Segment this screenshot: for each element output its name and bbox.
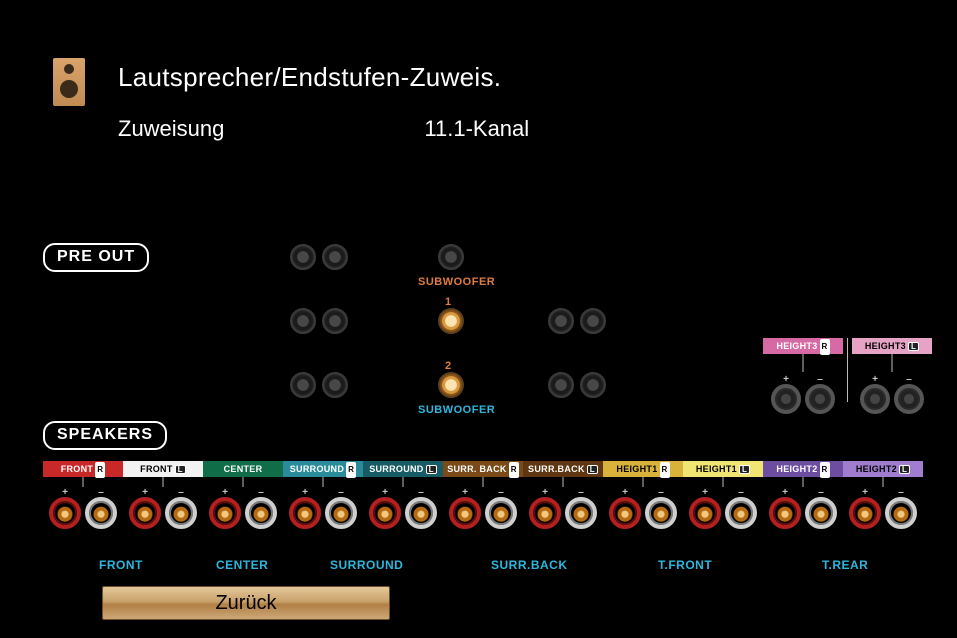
subwoofer-top-label: SUBWOOFER: [418, 276, 495, 288]
speaker-tag-2: CENTER: [203, 461, 283, 477]
speaker-tag-3: SURROUNDR: [283, 461, 363, 477]
speaker-3-pos: +: [289, 497, 321, 529]
height3-l-neg: –: [894, 384, 924, 414]
speaker-posts-7: +–: [609, 497, 677, 529]
sub2-number: 2: [445, 360, 451, 372]
assignment-value: 11.1-Kanal: [424, 116, 529, 142]
height3-l-pos: +: [860, 384, 890, 414]
speaker-posts-10: +–: [849, 497, 917, 529]
speaker-2-pos: +: [209, 497, 241, 529]
speaker-0-pos: +: [49, 497, 81, 529]
speaker-slot-3: SURROUNDR +–: [283, 461, 363, 529]
speaker-tag-10: HEIGHT2L: [843, 461, 923, 477]
speaker-posts-6: +–: [529, 497, 597, 529]
preout-area: SUBWOOFER 1 2 SUBWOOFER: [290, 244, 660, 424]
speaker-posts-0: +–: [49, 497, 117, 529]
speaker-7-pos: +: [609, 497, 641, 529]
speaker-slot-6: SURR.BACKL +–: [523, 461, 603, 529]
speaker-0-neg: –: [85, 497, 117, 529]
speaker-posts-3: +–: [289, 497, 357, 529]
caption-tfront: T.FRONT: [658, 558, 712, 572]
preout-pair-2: [290, 308, 348, 334]
preout-center-jack: [438, 244, 464, 270]
caption-surround: SURROUND: [330, 558, 403, 572]
speaker-8-neg: –: [725, 497, 757, 529]
height3-block: HEIGHT3R + – HEIGHT3L + –: [763, 338, 933, 414]
speaker-tag-1: FRONTL: [123, 461, 203, 477]
speaker-terminal-strip: FRONTR+–FRONTL+–CENTER+–SURROUNDR+–SURRO…: [43, 461, 923, 529]
assignment-label: Zuweisung: [118, 116, 224, 142]
speaker-tag-7: HEIGHT1R: [603, 461, 683, 477]
speaker-9-neg: –: [805, 497, 837, 529]
speaker-icon: [53, 58, 85, 106]
speaker-slot-7: HEIGHT1R +–: [603, 461, 683, 529]
preout-pair-3: [548, 308, 606, 334]
subwoofer-1-jack: [438, 308, 464, 334]
preout-section-label: PRE OUT: [43, 243, 149, 272]
speaker-10-neg: –: [885, 497, 917, 529]
speaker-posts-8: +–: [689, 497, 757, 529]
speaker-5-pos: +: [449, 497, 481, 529]
preout-pair-4: [290, 372, 348, 398]
tag-height3-l: HEIGHT3L: [852, 338, 932, 354]
speaker-4-neg: –: [405, 497, 437, 529]
speaker-10-pos: +: [849, 497, 881, 529]
speaker-slot-8: HEIGHT1L +–: [683, 461, 763, 529]
subwoofer-2-jack: [438, 372, 464, 398]
sub1-number: 1: [445, 296, 451, 308]
subwoofer-bottom-label: SUBWOOFER: [418, 404, 495, 416]
speaker-tag-8: HEIGHT1L: [683, 461, 763, 477]
speaker-slot-10: HEIGHT2L +–: [843, 461, 923, 529]
speaker-tag-4: SURROUNDL: [363, 461, 443, 477]
speaker-slot-2: CENTER +–: [203, 461, 283, 529]
tag-height3-r: HEIGHT3R: [763, 338, 843, 354]
speaker-1-neg: –: [165, 497, 197, 529]
speaker-slot-5: SURR. BACKR +–: [443, 461, 523, 529]
speaker-tag-0: FRONTR: [43, 461, 123, 477]
speaker-tag-9: HEIGHT2R: [763, 461, 843, 477]
speaker-2-neg: –: [245, 497, 277, 529]
speaker-slot-9: HEIGHT2R +–: [763, 461, 843, 529]
speaker-8-pos: +: [689, 497, 721, 529]
speaker-slot-1: FRONTL +–: [123, 461, 203, 529]
speaker-posts-1: +–: [129, 497, 197, 529]
caption-center: CENTER: [216, 558, 268, 572]
speaker-posts-2: +–: [209, 497, 277, 529]
speaker-6-neg: –: [565, 497, 597, 529]
caption-surrback: SURR.BACK: [491, 558, 568, 572]
speaker-6-pos: +: [529, 497, 561, 529]
speaker-9-pos: +: [769, 497, 801, 529]
caption-front: FRONT: [99, 558, 143, 572]
speaker-posts-5: +–: [449, 497, 517, 529]
speaker-posts-4: +–: [369, 497, 437, 529]
speaker-7-neg: –: [645, 497, 677, 529]
caption-trear: T.REAR: [822, 558, 868, 572]
speaker-1-pos: +: [129, 497, 161, 529]
speaker-tag-5: SURR. BACKR: [443, 461, 523, 477]
speaker-5-neg: –: [485, 497, 517, 529]
speaker-slot-0: FRONTR +–: [43, 461, 123, 529]
speaker-4-pos: +: [369, 497, 401, 529]
speaker-3-neg: –: [325, 497, 357, 529]
height3-r-pos: +: [771, 384, 801, 414]
speakers-section-label: SPEAKERS: [43, 421, 167, 450]
preout-pair-5: [548, 372, 606, 398]
height3-r-neg: –: [805, 384, 835, 414]
back-button[interactable]: Zurück: [102, 586, 390, 620]
page-title: Lautsprecher/Endstufen-Zuweis.: [118, 62, 501, 93]
speaker-posts-9: +–: [769, 497, 837, 529]
preout-pair-1: [290, 244, 348, 270]
speaker-slot-4: SURROUNDL +–: [363, 461, 443, 529]
speaker-tag-6: SURR.BACKL: [523, 461, 603, 477]
